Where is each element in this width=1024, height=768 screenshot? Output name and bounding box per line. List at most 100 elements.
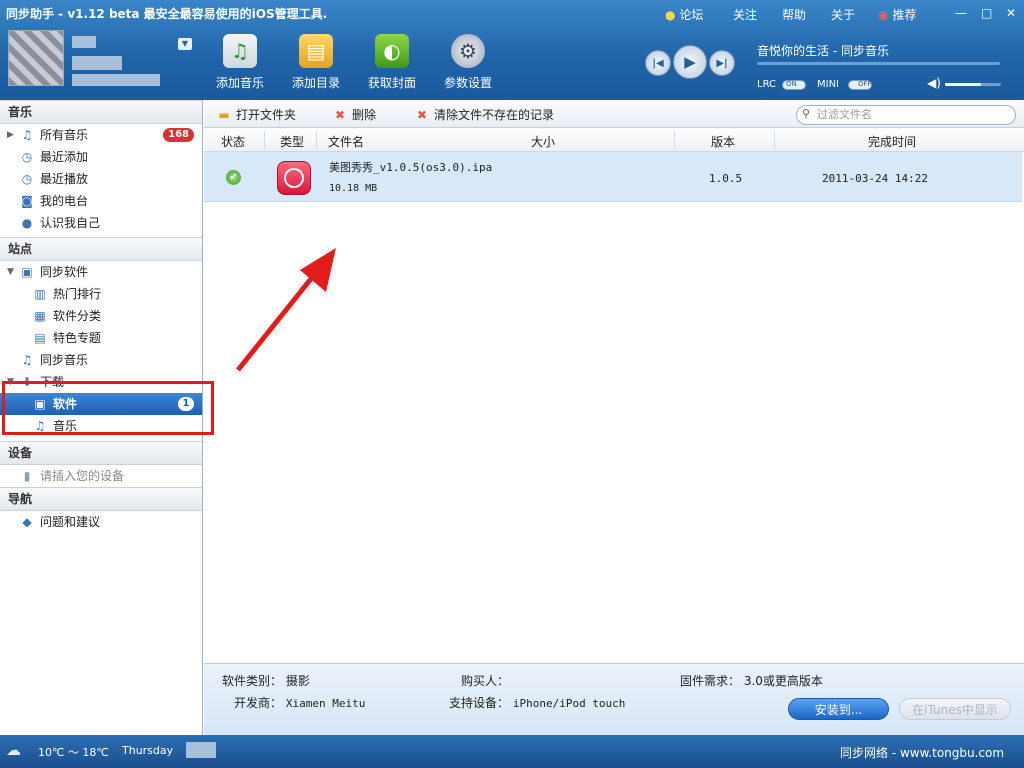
device-section-header: 设备 [0,441,202,465]
clock-icon: ◷ [21,172,33,186]
music-section-header: 音乐 [0,100,202,124]
weather-text: 10℃ ～ 18℃ [38,746,109,759]
speech-bubble-icon: ◆ [22,515,32,529]
nav-section-header: 导航 [0,487,202,511]
radio-icon: ◙ [21,194,33,208]
developer-field: 开发商： Xiamen Meitu [234,696,366,710]
weekday-text: Thursday [122,744,174,757]
settings-button[interactable]: ⚙ 参数设置 [433,34,503,94]
detail-panel: 软件类别： 摄影 开发商： Xiamen Meitu 购买人： 支持设备： iP… [204,663,1024,735]
column-size[interactable]: 大小 [531,133,555,150]
status-check-icon: ✔ [226,170,241,185]
recommend-link[interactable]: ◉ 推荐 [878,6,916,23]
table-header: 状态 类型 文件名 大小 版本 完成时间 [204,128,1024,152]
volume-icon[interactable]: ◀) [927,76,941,90]
site-section-header: 站点 [0,237,202,261]
column-completed[interactable]: 完成时间 [868,133,916,150]
file-toolbar: ▬ 打开文件夹 ✖ 删除 ✖ 清除文件不存在的记录 ⚲ 过滤文件名 [204,100,1024,128]
collapse-arrow-icon[interactable]: ▼ [7,261,14,283]
minimize-button[interactable]: — [955,6,967,20]
search-input[interactable]: ⚲ 过滤文件名 [796,105,1016,125]
weibo-icon: ◉ [878,8,889,22]
column-separator [316,131,317,149]
filesize-text: 10.18 MB [329,183,378,194]
table-row[interactable]: ✔ 美图秀秀_v1.0.5(os3.0).ipa 10.18 MB 1.0.5 … [204,152,1022,202]
column-filename[interactable]: 文件名 [328,133,364,150]
play-icon: ▶ [684,53,696,71]
lrc-toggle[interactable]: ON [782,80,806,90]
get-cover-icon: ◐ [375,34,409,68]
next-track-button[interactable]: ▶| [709,50,735,76]
maximize-button[interactable]: □ [981,6,992,20]
about-link[interactable]: 关于 [831,6,855,23]
install-button[interactable]: 安装到... [788,698,889,720]
add-folder-button[interactable]: ▤ 添加目录 [281,34,351,94]
sidebar-item-insert-device: ▮ 请插入您的设备 [0,465,202,487]
delete-x-icon: ✖ [334,108,346,122]
firmware-field: 固件需求： 3.0或更高版本 [680,674,823,688]
sidebar-item-feedback[interactable]: ◆ 问题和建议 [0,511,202,533]
follow-link[interactable]: 关注 [733,6,757,23]
delete-button[interactable]: ✖ 删除 [332,106,376,123]
sidebar-item-categories[interactable]: ▦ 软件分类 [0,305,202,327]
device-field: 支持设备： iPhone/iPod touch [449,696,626,710]
forum-link[interactable]: ● 论坛 [665,6,703,23]
filename-text: 美图秀秀_v1.0.5(os3.0).ipa [329,161,493,174]
sidebar-item-recently-played[interactable]: ◷ 最近播放 [0,168,202,190]
clear-missing-button[interactable]: ✖ 清除文件不存在的记录 [414,106,554,123]
annotation-arrow [236,248,336,372]
help-link[interactable]: 帮助 [782,6,806,23]
column-status[interactable]: 状态 [221,133,245,150]
column-type[interactable]: 类型 [280,133,304,150]
music-note-icon: ♫ [21,353,33,367]
previous-track-button[interactable]: |◀ [645,50,671,76]
volume-slider[interactable] [945,83,1001,86]
category-field: 软件类别： 摄影 [222,674,310,688]
get-cover-button[interactable]: ◐ 获取封面 [357,34,427,94]
count-badge: 168 [163,128,194,142]
mini-toggle[interactable]: OFF [848,80,872,90]
version-text: 1.0.5 [709,172,743,185]
sidebar-item-sync-music[interactable]: ♫ 同步音乐 [0,349,202,371]
document-icon: ▤ [34,331,46,345]
sidebar-item-sync-software[interactable]: ▼ ▣ 同步软件 [0,261,202,283]
lrc-label: LRC [757,79,777,90]
column-separator [264,131,265,149]
play-button[interactable]: ▶ [673,45,707,79]
person-icon: ● [21,216,33,230]
close-button[interactable]: ✕ [1006,6,1016,20]
device-icon: ▮ [23,469,31,483]
column-version[interactable]: 版本 [711,133,735,150]
watermark-text: 同步网络 - www.tongbu.com [840,746,1005,760]
progress-bar[interactable] [757,62,1000,65]
show-in-itunes-button: 在iTunes中显示 [899,698,1011,720]
column-separator [774,131,775,149]
avatar[interactable] [8,30,64,86]
sidebar-item-featured[interactable]: ▤ 特色专题 [0,327,202,349]
next-icon: ▶| [716,57,728,69]
box-icon: ▣ [21,265,33,279]
buyer-field: 购买人： [461,674,510,688]
sidebar-item-all-music[interactable]: ▶ ♫ 所有音乐 168 [0,124,202,146]
add-music-button[interactable]: ♫ 添加音乐 [205,34,275,94]
clock-icon: ◷ [21,150,33,164]
bar-chart-icon: ▥ [34,287,46,301]
sidebar-item-my-radio[interactable]: ◙ 我的电台 [0,190,202,212]
sidebar-item-hot-ranking[interactable]: ▥ 热门排行 [0,283,202,305]
now-playing-text: 音悦你的生活 - 同步音乐 [757,44,889,58]
volume-level [945,83,982,86]
account-blur [72,56,122,70]
delete-x-icon: ✖ [416,108,428,122]
app-title: 同步助手 - v1.12 beta 最安全最容易使用的iOS管理工具. [6,7,328,21]
status-bar: ☁ 10℃ ～ 18℃ Thursday 同步网络 - www.tongbu.c… [0,735,1024,768]
search-icon: ⚲ [802,107,811,120]
expand-arrow-icon[interactable]: ▶ [7,124,14,146]
open-folder-button[interactable]: ▬ 打开文件夹 [216,106,296,123]
account-dropdown-icon[interactable]: ▼ [178,38,192,50]
folder-icon: ▬ [218,108,230,122]
sidebar-item-know-myself[interactable]: ● 认识我自己 [0,212,202,234]
music-note-icon: ♫ [21,128,33,142]
sidebar-item-recently-added[interactable]: ◷ 最近添加 [0,146,202,168]
add-folder-icon: ▤ [299,34,333,68]
date-blur [186,742,216,758]
